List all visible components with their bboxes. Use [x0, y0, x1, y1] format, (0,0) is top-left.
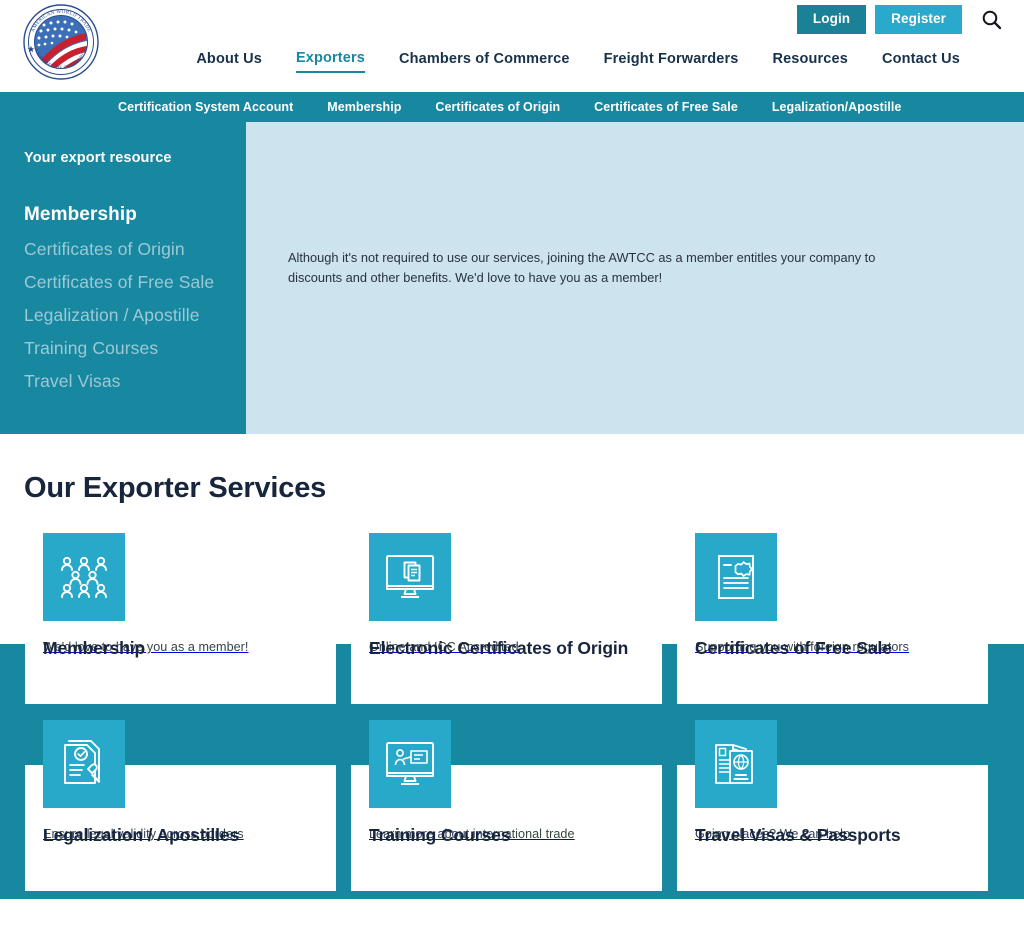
people-group-icon	[43, 533, 125, 621]
search-icon	[982, 10, 1002, 29]
subnav-item-legalization-apostille[interactable]: Legalization/Apostille	[772, 100, 902, 114]
service-card-membership[interactable]: Membership We'd love to have you as a me…	[25, 533, 336, 704]
site-header: AMERICAN WORLD TRADE CHAMBER OF COMMERCE…	[0, 0, 1024, 92]
service-card-header: Electronic Certificates of Origin	[369, 638, 628, 677]
passport-globe-icon	[695, 720, 777, 808]
sidebar-item-certificates-of-free-sale[interactable]: Certificates of Free Sale	[24, 272, 246, 293]
subnav-item-certificates-of-free-sale[interactable]: Certificates of Free Sale	[594, 100, 738, 114]
nav-item-about-us[interactable]: About Us	[196, 51, 262, 72]
service-card-header: Certificates of Free Sale	[695, 638, 892, 677]
monitor-presenter-icon	[369, 720, 451, 808]
sidebar-item-legalization-apostille[interactable]: Legalization / Apostille	[24, 305, 246, 326]
login-button[interactable]: Login	[796, 5, 867, 34]
service-card-training-courses[interactable]: Training Courses Learn more about intern…	[351, 720, 662, 891]
hero-eyebrow: Your export resource	[24, 150, 172, 166]
sub-navigation: Certification System Account Membership …	[0, 92, 1024, 122]
service-card-title: Electronic Certificates of Origin	[369, 638, 629, 658]
nav-item-resources[interactable]: Resources	[772, 51, 848, 72]
sidebar-item-certificates-of-origin[interactable]: Certificates of Origin	[24, 239, 246, 260]
nav-item-contact-us[interactable]: Contact Us	[882, 51, 960, 72]
subnav-item-certification-system-account[interactable]: Certification System Account	[118, 100, 293, 114]
stamped-document-icon	[43, 720, 125, 808]
service-card-title: Membership	[43, 638, 146, 658]
page-title: Our Exporter Services	[24, 472, 327, 504]
service-card-electronic-certificates-of-origin[interactable]: Electronic Certificates of Origin Online…	[351, 533, 662, 704]
hero-section: Your export resource Membership Certific…	[0, 122, 1024, 434]
monitor-documents-icon	[369, 533, 451, 621]
service-card-title: Legalization / Apostilles	[43, 825, 240, 845]
service-card-title: Training Courses	[369, 825, 511, 845]
service-card-header: Membership	[43, 638, 145, 677]
register-button[interactable]: Register	[875, 5, 962, 34]
subnav-item-certificates-of-origin[interactable]: Certificates of Origin	[435, 100, 560, 114]
service-card-title: Certificates of Free Sale	[695, 638, 892, 658]
service-card-header: Training Courses	[369, 825, 510, 864]
services-section: Our Exporter Services Membership We'd lo…	[0, 434, 1024, 899]
hero-body-text: Although it's not required to use our se…	[288, 250, 876, 285]
service-card-travel-visas-passports[interactable]: Travel Visas & Passports Going places? W…	[677, 720, 988, 891]
hero-sidebar: Your export resource Membership Certific…	[0, 122, 246, 434]
service-card-certificates-of-free-sale[interactable]: Certificates of Free Sale Supporting you…	[677, 533, 988, 704]
auth-actions: Login Register	[796, 5, 1006, 34]
hero-sidebar-links: Membership Certificates of Origin Certif…	[24, 204, 246, 392]
certificate-seal-icon	[695, 533, 777, 621]
main-navigation: About Us Exporters Chambers of Commerce …	[0, 50, 1024, 73]
service-card-header: Travel Visas & Passports	[695, 825, 901, 864]
subnav-item-membership[interactable]: Membership	[327, 100, 401, 114]
services-card-grid: Membership We'd love to have you as a me…	[0, 533, 1024, 891]
sidebar-item-membership[interactable]: Membership	[24, 204, 246, 226]
hero-content-panel: Although it's not required to use our se…	[246, 122, 1024, 434]
nav-item-chambers-of-commerce[interactable]: Chambers of Commerce	[399, 51, 570, 72]
service-card-title: Travel Visas & Passports	[695, 825, 901, 845]
service-card-header: Legalization / Apostilles	[43, 825, 239, 864]
service-card-legalization-apostilles[interactable]: Legalization / Apostilles Ensure legal v…	[25, 720, 336, 891]
sidebar-item-training-courses[interactable]: Training Courses	[24, 338, 246, 359]
sidebar-item-travel-visas[interactable]: Travel Visas	[24, 371, 246, 392]
search-button[interactable]	[971, 9, 1006, 30]
nav-item-exporters[interactable]: Exporters	[295, 50, 365, 73]
nav-item-freight-forwarders[interactable]: Freight Forwarders	[604, 51, 739, 72]
